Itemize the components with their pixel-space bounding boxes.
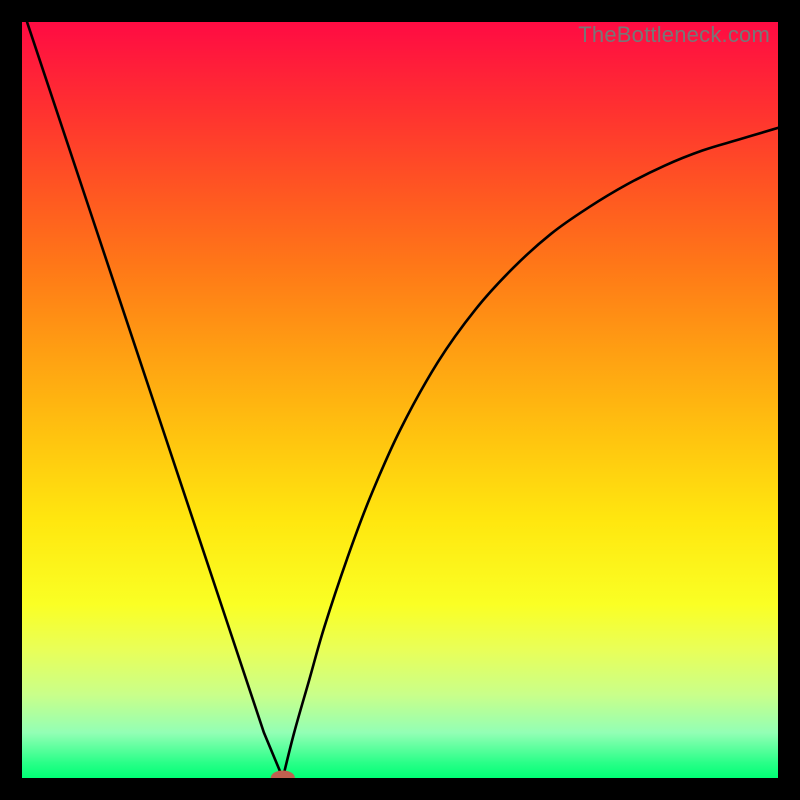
plot-area: TheBottleneck.com — [22, 22, 778, 778]
minimum-marker — [271, 770, 295, 778]
bottleneck-curve — [22, 22, 778, 778]
curve-svg — [22, 22, 778, 778]
chart-frame: TheBottleneck.com — [0, 0, 800, 800]
watermark-text: TheBottleneck.com — [578, 22, 770, 48]
